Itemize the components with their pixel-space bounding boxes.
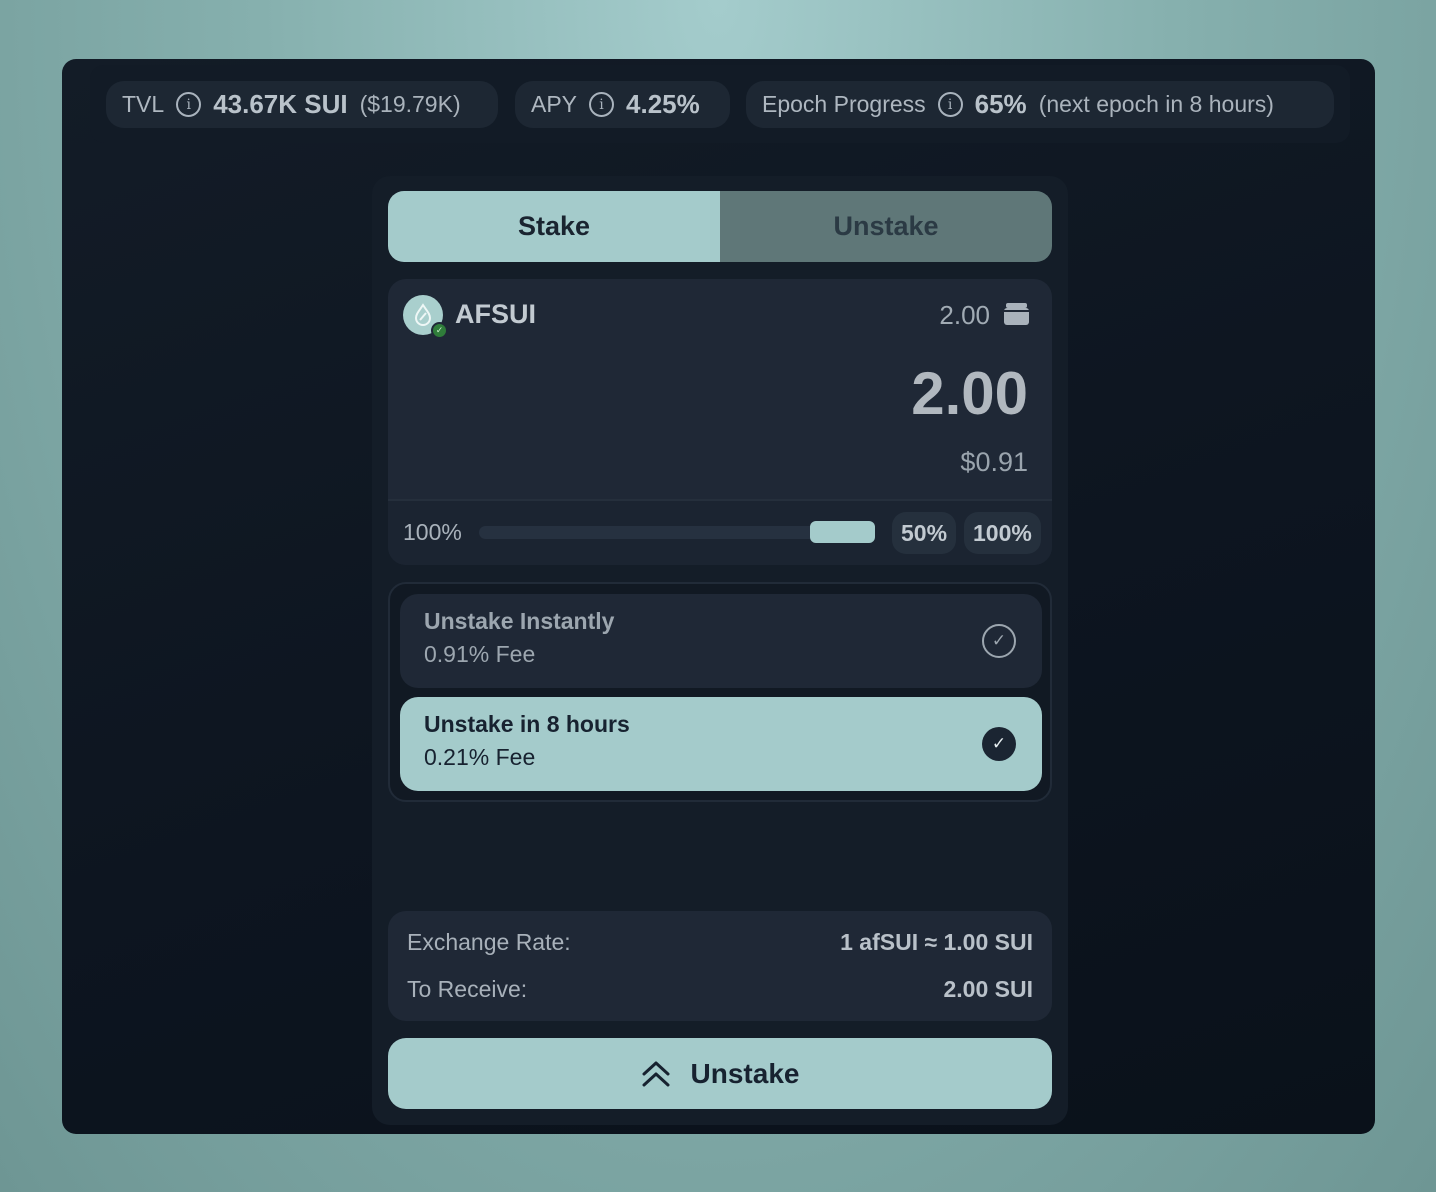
check-circle-icon: ✓	[982, 624, 1016, 658]
apy-label: APY	[531, 91, 578, 117]
option-title: Unstake Instantly	[424, 608, 615, 634]
mode-tabs: Stake Unstake	[388, 191, 1052, 262]
double-chevron-up-icon	[642, 1061, 670, 1086]
option-fee: 0.21% Fee	[424, 744, 536, 770]
droplet-icon: ✓	[403, 295, 448, 339]
unstake-options: Unstake Instantly 0.91% Fee ✓ Unstake in…	[388, 582, 1052, 802]
unstake-button-label: Unstake	[690, 1057, 800, 1089]
option-unstake-instantly[interactable]: Unstake Instantly 0.91% Fee ✓	[400, 594, 1042, 688]
epoch-value: 65%	[974, 89, 1027, 119]
tvl-usd: ($19.79K)	[359, 91, 461, 117]
info-icon[interactable]: i	[589, 92, 615, 117]
percentage-slider-row: 100% 50% 100%	[388, 499, 1052, 565]
to-receive-value: 2.00 SUI	[943, 976, 1034, 1002]
tvl-value: 43.67K SUI	[213, 89, 348, 119]
exchange-rate-row: Exchange Rate: 1 afSUI ≈ 1.00 SUI	[407, 929, 1033, 956]
to-receive-row: To Receive: 2.00 SUI	[407, 976, 1033, 1003]
transaction-summary: Exchange Rate: 1 afSUI ≈ 1.00 SUI To Rec…	[388, 911, 1052, 1021]
wallet-icon	[1004, 303, 1029, 325]
tvl-label: TVL	[122, 91, 165, 117]
to-receive-label: To Receive:	[407, 976, 528, 1002]
unstake-button[interactable]: Unstake	[388, 1038, 1052, 1109]
verified-check-icon: ✓	[431, 322, 448, 339]
amount-usd-value: $0.91	[960, 447, 1028, 477]
epoch-label: Epoch Progress	[762, 91, 926, 117]
apy-stat: APY i 4.25%	[515, 81, 730, 128]
amount-input-panel: ✓ AFSUI 2.00 2.00 $0.91 100% 50% 100%	[388, 279, 1052, 565]
option-fee: 0.91% Fee	[424, 641, 536, 667]
stake-card: Stake Unstake ✓ AFSUI 2.00 2.00 $0.91 10	[372, 176, 1068, 1125]
tvl-stat: TVL i 43.67K SUI ($19.79K)	[106, 81, 498, 128]
info-icon[interactable]: i	[176, 92, 202, 117]
amount-slider-handle[interactable]	[810, 521, 875, 543]
tab-stake[interactable]: Stake	[388, 191, 720, 262]
slider-percent-label: 100%	[403, 519, 462, 545]
stats-bar: TVL i 43.67K SUI ($19.79K) APY i 4.25% E…	[90, 65, 1350, 143]
wallet-balance: 2.00	[939, 300, 990, 330]
exchange-rate-value: 1 afSUI ≈ 1.00 SUI	[840, 929, 1033, 955]
app-window: TVL i 43.67K SUI ($19.79K) APY i 4.25% E…	[62, 59, 1375, 1134]
amount-input[interactable]: 2.00	[911, 359, 1028, 428]
option-title: Unstake in 8 hours	[424, 711, 630, 737]
check-circle-filled-icon: ✓	[982, 727, 1016, 761]
tab-unstake[interactable]: Unstake	[720, 191, 1052, 262]
info-icon[interactable]: i	[937, 92, 963, 117]
fifty-percent-button[interactable]: 50%	[892, 512, 957, 554]
epoch-stat: Epoch Progress i 65% (next epoch in 8 ho…	[746, 81, 1334, 128]
apy-value: 4.25%	[626, 89, 700, 119]
exchange-rate-label: Exchange Rate:	[407, 929, 571, 955]
hundred-percent-button[interactable]: 100%	[964, 512, 1041, 554]
option-unstake-delayed[interactable]: Unstake in 8 hours 0.21% Fee ✓	[400, 697, 1042, 791]
token-name[interactable]: AFSUI	[455, 299, 536, 330]
epoch-next: (next epoch in 8 hours)	[1038, 91, 1274, 117]
